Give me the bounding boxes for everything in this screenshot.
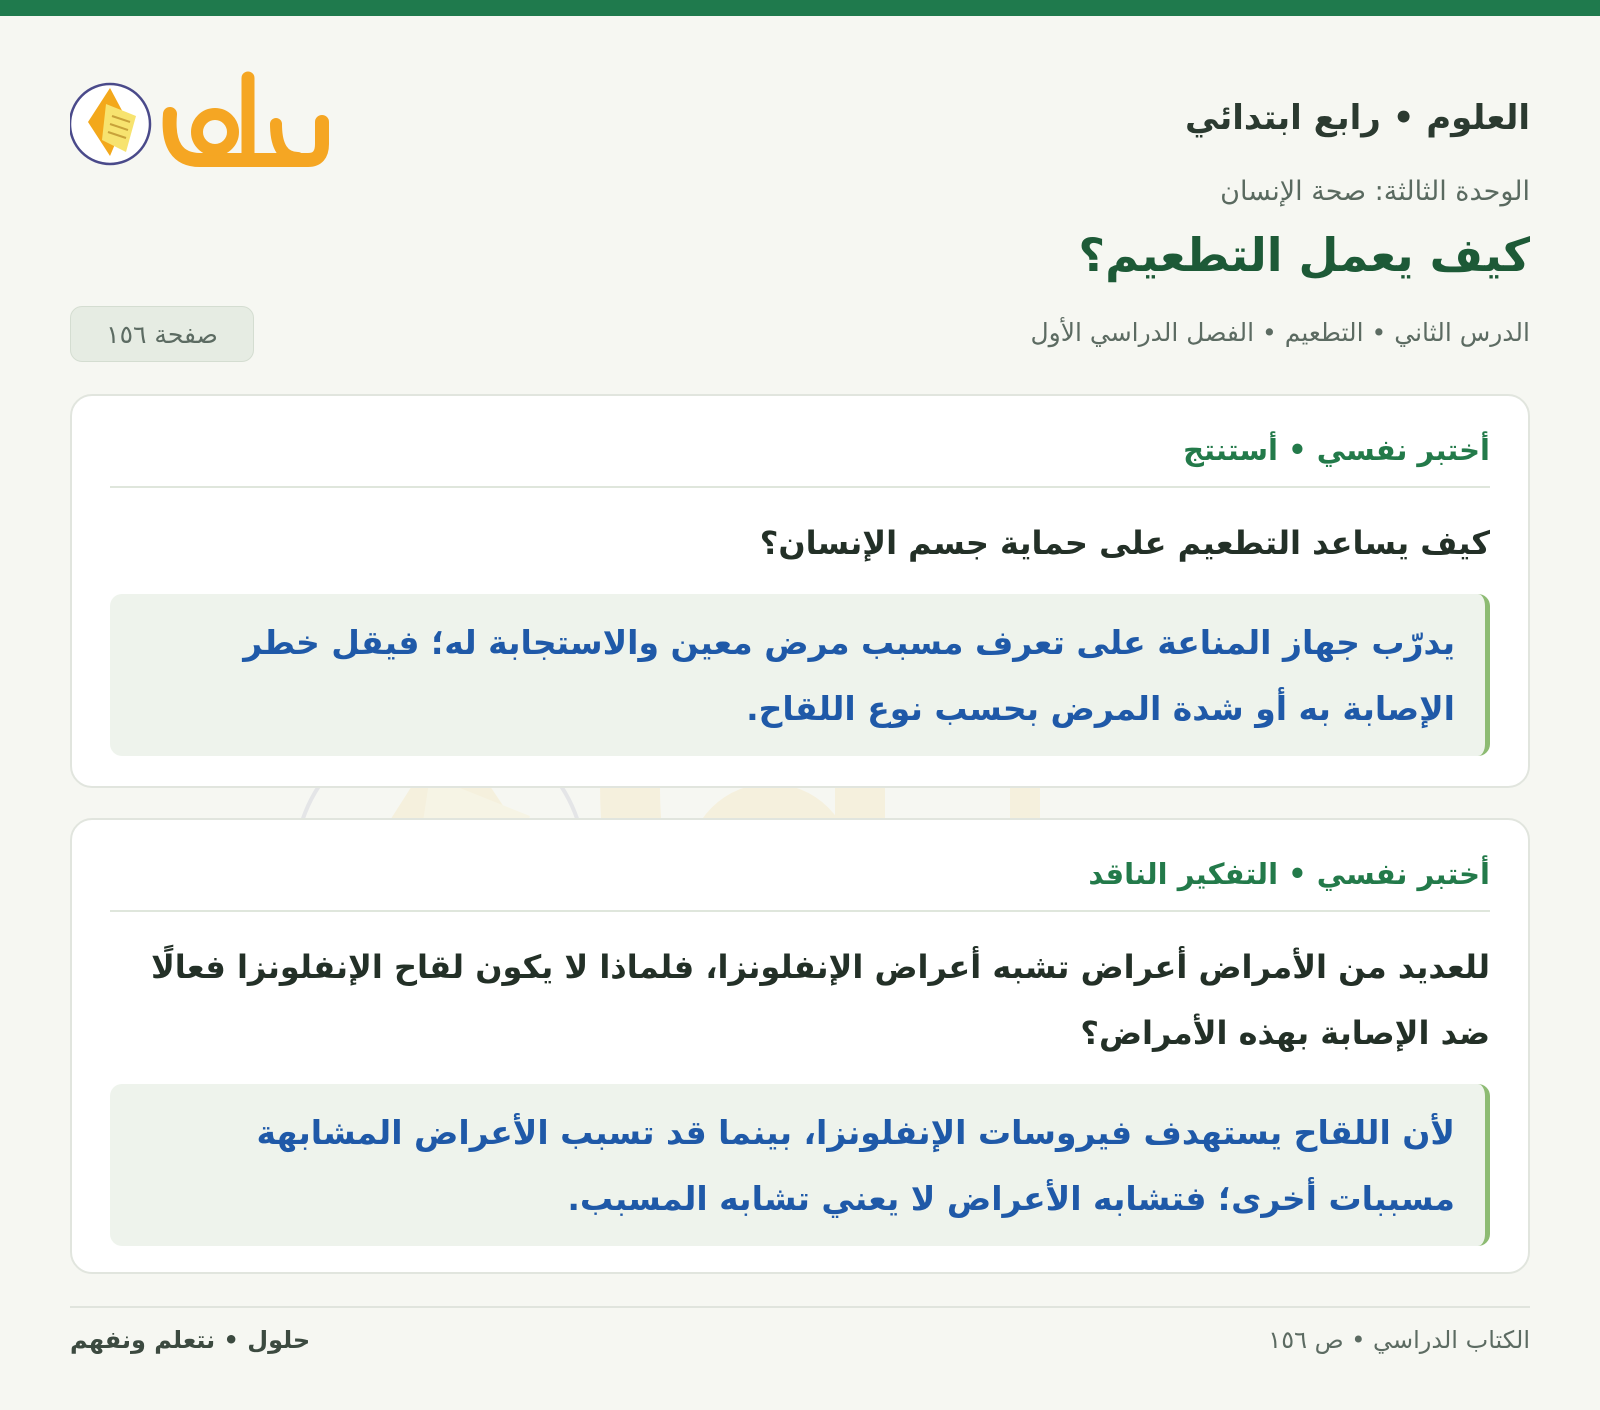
- footer-divider: [70, 1306, 1530, 1308]
- answer-box: لأن اللقاح يستهدف فيروسات الإنفلونزا، بي…: [110, 1084, 1490, 1246]
- unit-title: الوحدة الثالثة: صحة الإنسان: [1220, 176, 1530, 207]
- page-number-badge: صفحة ١٥٦: [70, 306, 254, 362]
- page-title: كيف يعمل التطعيم؟: [1078, 228, 1530, 282]
- card-divider: [110, 486, 1490, 488]
- card-label: أختبر نفسي • التفكير الناقد: [1088, 857, 1490, 891]
- footer-book-ref: الكتاب الدراسي • ص ١٥٦: [1268, 1326, 1530, 1354]
- question-card: أختبر نفسي • التفكير الناقد للعديد من ال…: [70, 818, 1530, 1274]
- top-accent-bar: [0, 0, 1600, 16]
- question-text: كيف يساعد التطعيم على حماية جسم الإنسان؟: [759, 524, 1490, 562]
- page: العلوم • رابع ابتدائي الوحدة الثالثة: صح…: [70, 16, 1530, 1410]
- footer-brand: حلول • نتعلم ونفهم: [70, 1326, 311, 1354]
- page-header: العلوم • رابع ابتدائي: [70, 46, 1530, 167]
- card-divider: [110, 910, 1490, 912]
- lesson-meta: الدرس الثاني • التطعيم • الفصل الدراسي ا…: [1030, 318, 1530, 347]
- answer-box: يدرّب جهاز المناعة على تعرف مسبب مرض معي…: [110, 594, 1490, 756]
- card-label: أختبر نفسي • أستنتج: [1183, 433, 1490, 467]
- question-card: أختبر نفسي • أستنتج كيف يساعد التطعيم عل…: [70, 394, 1530, 788]
- question-text: للعديد من الأمراض أعراض تشبه أعراض الإنف…: [150, 948, 1490, 1052]
- subject-grade: العلوم • رابع ابتدائي: [1185, 98, 1530, 138]
- hlool-logo-icon[interactable]: [70, 64, 340, 174]
